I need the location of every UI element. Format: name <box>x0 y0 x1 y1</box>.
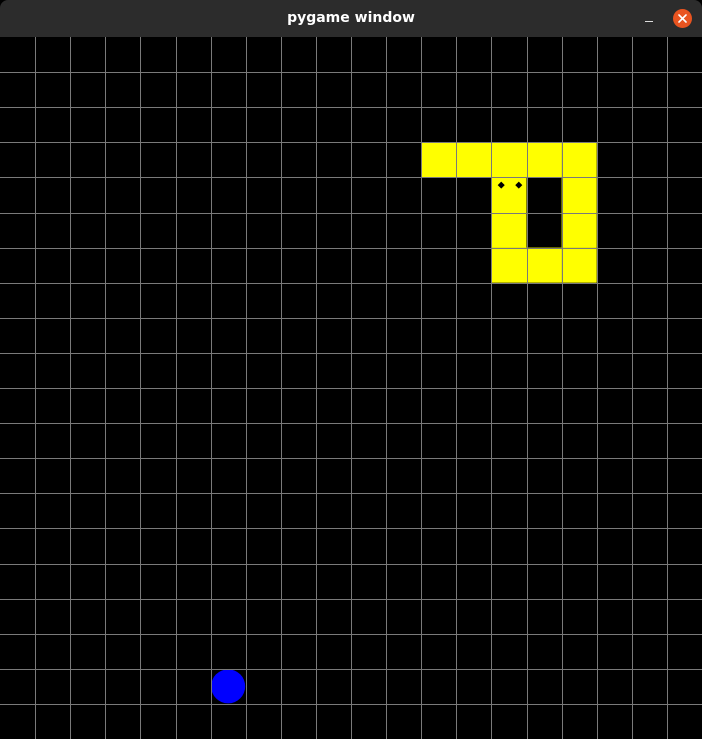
close-button[interactable] <box>673 9 692 28</box>
snake-segment <box>491 212 527 248</box>
title-bar[interactable]: pygame window <box>0 0 702 37</box>
snake-segment <box>491 247 527 283</box>
snake-segment <box>491 177 527 213</box>
food-pellet <box>211 669 246 704</box>
snake-segment <box>526 247 562 283</box>
pygame-window: pygame window <box>0 0 702 739</box>
game-board <box>0 37 702 739</box>
close-icon <box>678 14 687 23</box>
snake-segment <box>491 142 527 178</box>
snake-segment <box>561 247 597 283</box>
snake-segment <box>561 142 597 178</box>
minimize-button[interactable] <box>640 9 660 29</box>
game-canvas[interactable] <box>0 37 702 739</box>
snake-segment <box>421 142 457 178</box>
snake-segment <box>561 177 597 213</box>
window-title: pygame window <box>287 10 415 26</box>
snake-segment <box>561 212 597 248</box>
snake-segment <box>456 142 492 178</box>
snake-segment <box>526 142 562 178</box>
